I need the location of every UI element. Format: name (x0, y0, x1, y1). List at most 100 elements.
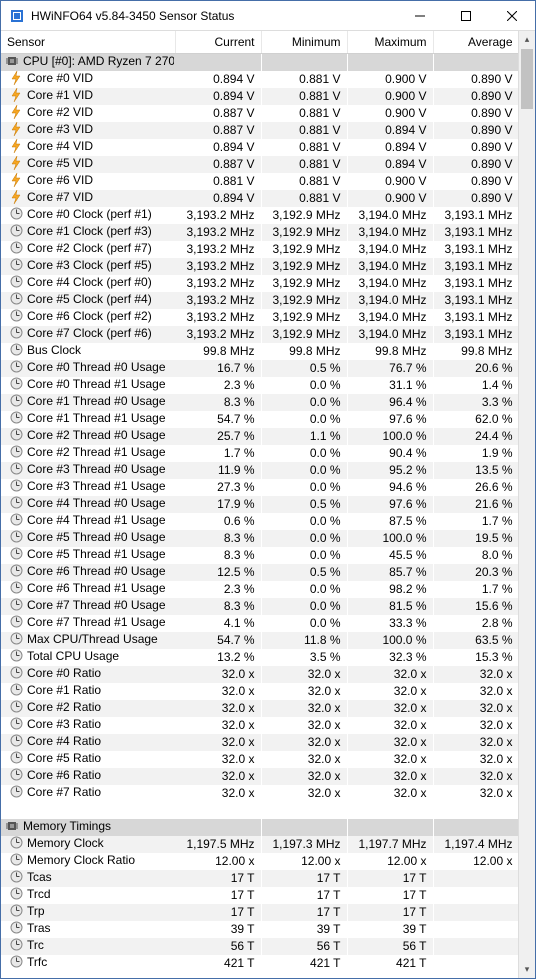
row-label: Core #5 VID (27, 156, 93, 170)
table-row[interactable]: Core #2 Thread #0 Usage25.7 %1.1 %100.0 … (1, 428, 518, 445)
cell-minimum: 3,192.9 MHz (261, 292, 347, 309)
table-row[interactable]: Core #7 Clock (perf #6)3,193.2 MHz3,192.… (1, 326, 518, 343)
cell-current: 32.0 x (175, 785, 261, 802)
table-row[interactable]: Tras39 T39 T39 T (1, 921, 518, 938)
table-row[interactable]: Core #6 VID0.881 V0.881 V0.900 V0.890 V (1, 173, 518, 190)
table-row[interactable]: Core #6 Thread #0 Usage12.5 %0.5 %85.7 %… (1, 564, 518, 581)
clock-icon (9, 224, 23, 238)
table-row[interactable]: Core #4 Thread #1 Usage0.6 %0.0 %87.5 %1… (1, 513, 518, 530)
close-button[interactable] (489, 1, 535, 30)
table-row[interactable]: Core #3 Thread #1 Usage27.3 %0.0 %94.6 %… (1, 479, 518, 496)
table-row[interactable]: Core #3 VID0.887 V0.881 V0.894 V0.890 V (1, 122, 518, 139)
row-label: Trp (27, 904, 45, 918)
row-label: Core #2 Clock (perf #7) (27, 241, 152, 255)
table-row[interactable]: Core #1 Thread #0 Usage8.3 %0.0 %96.4 %3… (1, 394, 518, 411)
table-row[interactable]: Core #0 Thread #1 Usage2.3 %0.0 %31.1 %1… (1, 377, 518, 394)
table-row[interactable]: Core #5 Clock (perf #4)3,193.2 MHz3,192.… (1, 292, 518, 309)
table-row[interactable]: Core #7 VID0.894 V0.881 V0.900 V0.890 V (1, 190, 518, 207)
table-row[interactable]: Core #0 Thread #0 Usage16.7 %0.5 %76.7 %… (1, 360, 518, 377)
cell-current: 99.8 MHz (175, 343, 261, 360)
table-row[interactable]: Trfc421 T421 T421 T (1, 955, 518, 972)
col-current[interactable]: Current (175, 31, 261, 54)
section-header[interactable]: CPU [#0]: AMD Ryzen 7 2700 (1, 54, 518, 71)
cell-maximum: 76.7 % (347, 360, 433, 377)
table-row[interactable]: Core #4 Ratio32.0 x32.0 x32.0 x32.0 x (1, 734, 518, 751)
minimize-button[interactable] (397, 1, 443, 30)
scroll-down-button[interactable]: ▾ (519, 961, 535, 978)
cell-minimum: 0.881 V (261, 190, 347, 207)
table-row[interactable]: Bus Clock99.8 MHz99.8 MHz99.8 MHz99.8 MH… (1, 343, 518, 360)
col-average[interactable]: Average (433, 31, 518, 54)
table-row[interactable]: Core #7 Ratio32.0 x32.0 x32.0 x32.0 x (1, 785, 518, 802)
table-row[interactable]: Core #1 Clock (perf #3)3,193.2 MHz3,192.… (1, 224, 518, 241)
table-row[interactable]: Core #3 Clock (perf #5)3,193.2 MHz3,192.… (1, 258, 518, 275)
cell-current: 17 T (175, 870, 261, 887)
cell-minimum: 17 T (261, 887, 347, 904)
scroll-up-button[interactable]: ▴ (519, 31, 535, 48)
cell-average: 63.5 % (433, 632, 518, 649)
table-row[interactable]: Core #3 Thread #0 Usage11.9 %0.0 %95.2 %… (1, 462, 518, 479)
table-row[interactable]: Core #4 Clock (perf #0)3,193.2 MHz3,192.… (1, 275, 518, 292)
cell-current: 17 T (175, 887, 261, 904)
table-row[interactable]: Tcas17 T17 T17 T (1, 870, 518, 887)
cell-average: 3,193.1 MHz (433, 224, 518, 241)
table-row[interactable]: Core #4 VID0.894 V0.881 V0.894 V0.890 V (1, 139, 518, 156)
cell-average (433, 870, 518, 887)
cell-minimum: 0.881 V (261, 88, 347, 105)
table-row[interactable]: Core #6 Ratio32.0 x32.0 x32.0 x32.0 x (1, 768, 518, 785)
table-header-row[interactable]: Sensor Current Minimum Maximum Average (1, 31, 518, 54)
col-minimum[interactable]: Minimum (261, 31, 347, 54)
table-row[interactable]: Core #0 Clock (perf #1)3,193.2 MHz3,192.… (1, 207, 518, 224)
table-row[interactable]: Core #5 Ratio32.0 x32.0 x32.0 x32.0 x (1, 751, 518, 768)
cell-current: 0.887 V (175, 156, 261, 173)
table-row[interactable]: Core #5 VID0.887 V0.881 V0.894 V0.890 V (1, 156, 518, 173)
table-row[interactable]: Total CPU Usage13.2 %3.5 %32.3 %15.3 % (1, 649, 518, 666)
table-row[interactable]: Core #0 Ratio32.0 x32.0 x32.0 x32.0 x (1, 666, 518, 683)
table-row[interactable]: Core #2 Ratio32.0 x32.0 x32.0 x32.0 x (1, 700, 518, 717)
cell-average (433, 887, 518, 904)
cell-minimum: 17 T (261, 904, 347, 921)
col-maximum[interactable]: Maximum (347, 31, 433, 54)
row-label: Core #6 Thread #1 Usage (27, 581, 166, 595)
table-row[interactable]: Core #1 Ratio32.0 x32.0 x32.0 x32.0 x (1, 683, 518, 700)
col-sensor[interactable]: Sensor (1, 31, 175, 54)
table-row[interactable]: Core #7 Thread #0 Usage8.3 %0.0 %81.5 %1… (1, 598, 518, 615)
table-row[interactable]: Core #4 Thread #0 Usage17.9 %0.5 %97.6 %… (1, 496, 518, 513)
cell-average: 0.890 V (433, 156, 518, 173)
maximize-button[interactable] (443, 1, 489, 30)
section-label: CPU [#0]: AMD Ryzen 7 2700 (23, 54, 175, 68)
cell-average: 8.0 % (433, 547, 518, 564)
cell-current: 3,193.2 MHz (175, 224, 261, 241)
table-row[interactable]: Core #5 Thread #1 Usage8.3 %0.0 %45.5 %8… (1, 547, 518, 564)
table-row[interactable]: Core #2 VID0.887 V0.881 V0.900 V0.890 V (1, 105, 518, 122)
table-row[interactable]: Core #3 Ratio32.0 x32.0 x32.0 x32.0 x (1, 717, 518, 734)
cell-minimum: 32.0 x (261, 768, 347, 785)
table-row[interactable]: Trc56 T56 T56 T (1, 938, 518, 955)
table-row[interactable]: Core #5 Thread #0 Usage8.3 %0.0 %100.0 %… (1, 530, 518, 547)
table-row[interactable]: Core #0 VID0.894 V0.881 V0.900 V0.890 V (1, 71, 518, 88)
table-row[interactable]: Memory Clock1,197.5 MHz1,197.3 MHz1,197.… (1, 836, 518, 853)
section-header[interactable]: Memory Timings (1, 819, 518, 836)
table-row[interactable]: Core #7 Thread #1 Usage4.1 %0.0 %33.3 %2… (1, 615, 518, 632)
table-row[interactable]: Core #2 Thread #1 Usage1.7 %0.0 %90.4 %1… (1, 445, 518, 462)
vertical-scrollbar[interactable]: ▴ ▾ (518, 31, 535, 978)
cell-current: 0.894 V (175, 139, 261, 156)
cell-maximum: 96.4 % (347, 394, 433, 411)
cell-maximum: 0.900 V (347, 105, 433, 122)
table-row[interactable]: Core #1 VID0.894 V0.881 V0.900 V0.890 V (1, 88, 518, 105)
scroll-thumb[interactable] (521, 49, 533, 109)
cell-minimum: 0.0 % (261, 547, 347, 564)
table-row[interactable]: Core #1 Thread #1 Usage54.7 %0.0 %97.6 %… (1, 411, 518, 428)
table-row[interactable]: Core #6 Thread #1 Usage2.3 %0.0 %98.2 %1… (1, 581, 518, 598)
table-row[interactable]: Trp17 T17 T17 T (1, 904, 518, 921)
clock-icon (9, 734, 23, 748)
cell-current: 25.7 % (175, 428, 261, 445)
table-row[interactable]: Memory Clock Ratio12.00 x12.00 x12.00 x1… (1, 853, 518, 870)
row-label: Tcas (27, 870, 52, 884)
titlebar[interactable]: HWiNFO64 v5.84-3450 Sensor Status (1, 1, 535, 31)
table-row[interactable]: Trcd17 T17 T17 T (1, 887, 518, 904)
table-row[interactable]: Core #2 Clock (perf #7)3,193.2 MHz3,192.… (1, 241, 518, 258)
table-row[interactable]: Core #6 Clock (perf #2)3,193.2 MHz3,192.… (1, 309, 518, 326)
table-row[interactable]: Max CPU/Thread Usage54.7 %11.8 %100.0 %6… (1, 632, 518, 649)
cell-maximum: 3,194.0 MHz (347, 207, 433, 224)
